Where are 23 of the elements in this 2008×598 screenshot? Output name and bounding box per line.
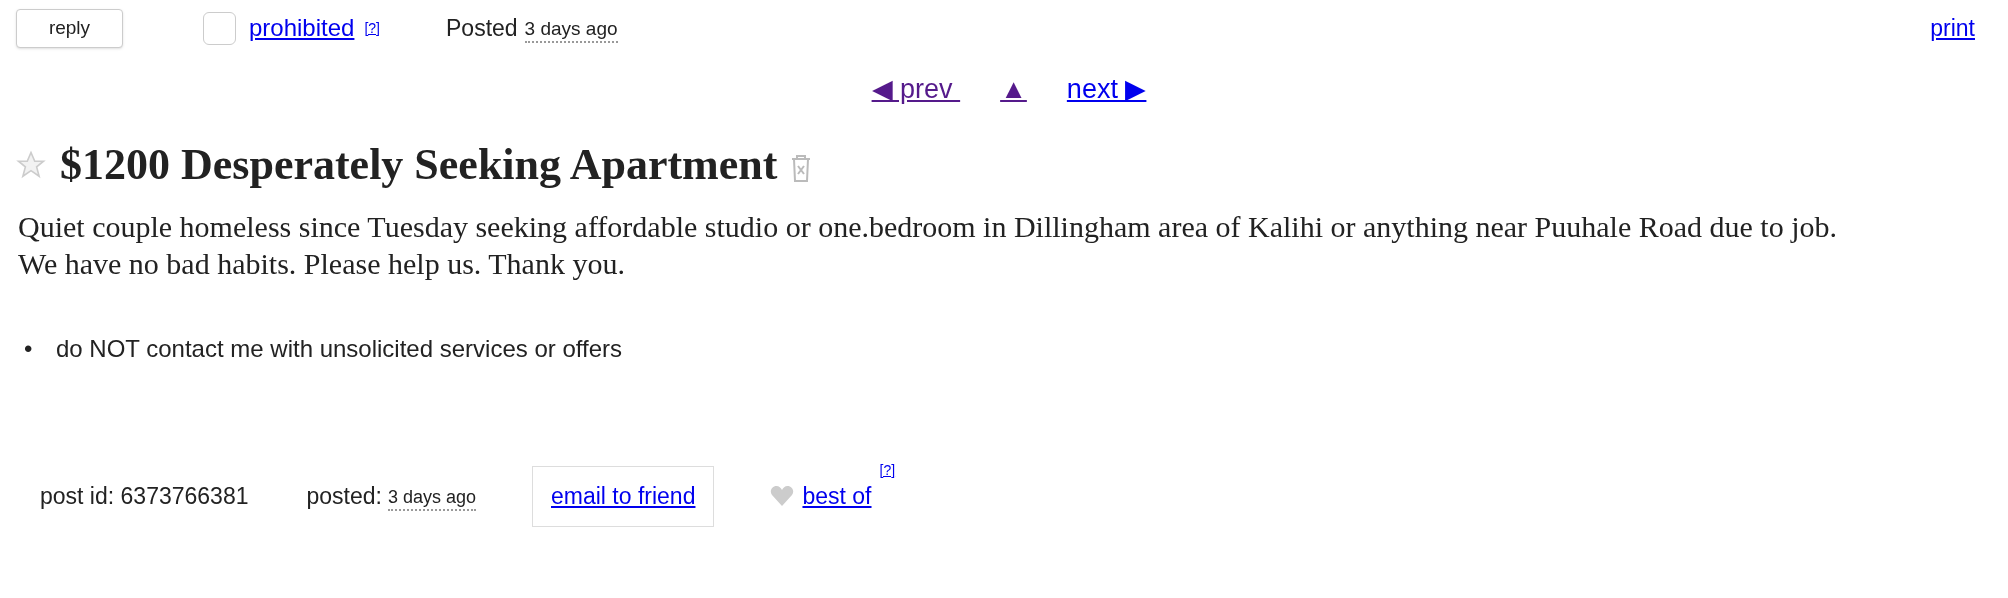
next-link[interactable]: next ▶ bbox=[1066, 68, 1147, 110]
help-link[interactable]: [?] bbox=[364, 18, 380, 39]
prev-link[interactable]: ◀ prev bbox=[871, 68, 961, 110]
post-id: post id: 6373766381 bbox=[40, 482, 249, 511]
post-body-text: We have no bad habits. Please help us. Thank you. bbox=[18, 246, 626, 282]
prohibited-link[interactable]: prohibited bbox=[249, 10, 355, 46]
star-icon[interactable] bbox=[16, 150, 46, 180]
posted-time: 3 days ago bbox=[524, 17, 618, 43]
posted-label: posted: bbox=[306, 482, 382, 511]
post-title: $1200 Desperately Seeking Apartment bbox=[60, 139, 778, 191]
post-body-text: Quiet couple homeless since Tuesday seeking affordable studio or one.bedroom in Dillingham area of Kalihi or anything near Puuhale Road due to job. bbox=[18, 209, 1839, 245]
up-link[interactable]: ▲ bbox=[1000, 68, 1027, 110]
reply-button[interactable]: reply bbox=[16, 8, 123, 48]
posted-label: Posted bbox=[446, 13, 518, 43]
posted-time: 3 days ago bbox=[387, 486, 476, 511]
email-to-friend-button[interactable]: email to friend bbox=[532, 466, 715, 527]
bullet: • bbox=[24, 334, 34, 364]
print-link[interactable]: print bbox=[1930, 10, 1975, 46]
flag-checkbox[interactable] bbox=[203, 11, 236, 45]
notice-text: do NOT contact me with unsolicited services or offers bbox=[56, 334, 622, 364]
help-link[interactable]: [?] bbox=[879, 460, 896, 481]
heart-icon[interactable] bbox=[770, 485, 795, 508]
best-of-link[interactable]: best of bbox=[802, 479, 872, 514]
